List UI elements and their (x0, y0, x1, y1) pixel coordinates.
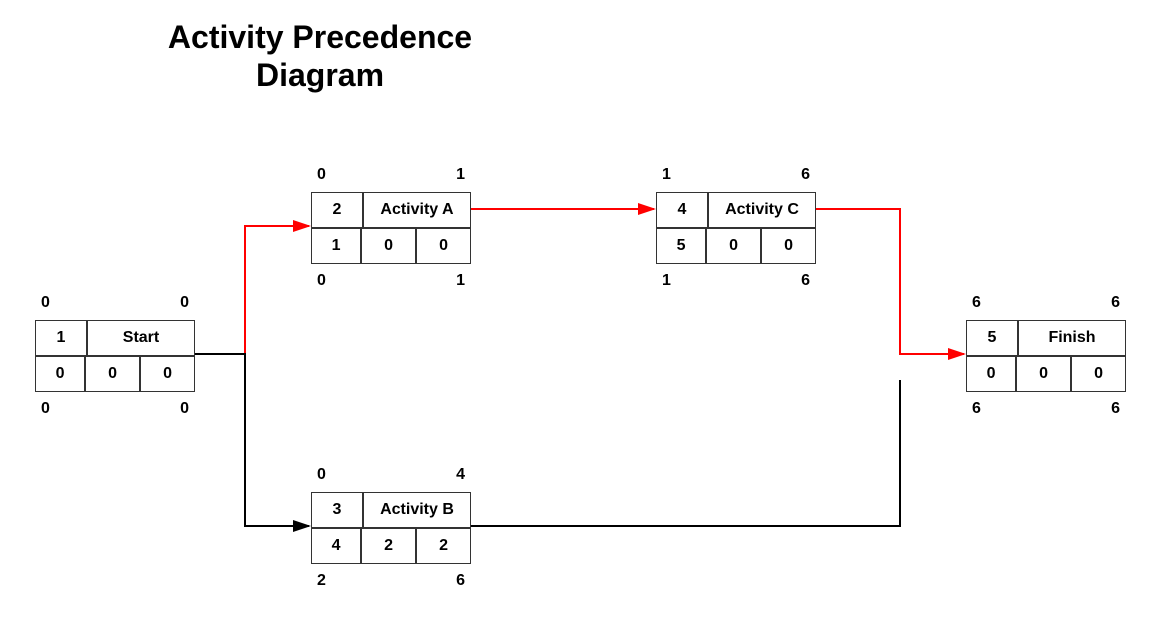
a-ff: 0 (361, 228, 416, 264)
diagram-canvas: Activity Precedence Diagram 0 0 1 Start (0, 0, 1161, 640)
c-dur: 5 (656, 228, 706, 264)
start-ef: 0 (180, 294, 189, 312)
b-dur: 4 (311, 528, 361, 564)
b-id: 3 (311, 492, 363, 528)
finish-ls: 6 (972, 400, 981, 418)
finish-ef: 6 (1111, 294, 1120, 312)
node-start: 0 0 1 Start 0 0 0 0 0 (35, 320, 195, 392)
node-finish: 6 6 5 Finish 0 0 0 6 6 (966, 320, 1126, 392)
finish-es: 6 (972, 294, 981, 312)
a-ef: 1 (456, 166, 465, 184)
b-name: Activity B (363, 492, 471, 528)
start-name: Start (87, 320, 195, 356)
b-ls: 2 (317, 572, 326, 590)
start-id: 1 (35, 320, 87, 356)
b-lf: 6 (456, 572, 465, 590)
a-tf: 0 (416, 228, 471, 264)
edge-start-a (195, 226, 309, 354)
start-es: 0 (41, 294, 50, 312)
finish-name: Finish (1018, 320, 1126, 356)
c-es: 1 (662, 166, 671, 184)
node-activity-a: 0 1 2 Activity A 1 0 0 0 1 (311, 192, 471, 264)
c-name: Activity C (708, 192, 816, 228)
c-tf: 0 (761, 228, 816, 264)
start-lf: 0 (180, 400, 189, 418)
a-id: 2 (311, 192, 363, 228)
a-ls: 0 (317, 272, 326, 290)
start-tf: 0 (140, 356, 195, 392)
c-ef: 6 (801, 166, 810, 184)
finish-id: 5 (966, 320, 1018, 356)
c-ls: 1 (662, 272, 671, 290)
a-lf: 1 (456, 272, 465, 290)
finish-lf: 6 (1111, 400, 1120, 418)
finish-dur: 0 (966, 356, 1016, 392)
start-dur: 0 (35, 356, 85, 392)
finish-ff: 0 (1016, 356, 1071, 392)
node-activity-c: 1 6 4 Activity C 5 0 0 1 6 (656, 192, 816, 264)
c-lf: 6 (801, 272, 810, 290)
edge-c-finish (816, 209, 964, 354)
b-ef: 4 (456, 466, 465, 484)
edge-b-finish (471, 380, 900, 526)
start-ls: 0 (41, 400, 50, 418)
start-ff: 0 (85, 356, 140, 392)
finish-tf: 0 (1071, 356, 1126, 392)
a-name: Activity A (363, 192, 471, 228)
diagram-title: Activity Precedence Diagram (120, 18, 520, 95)
b-tf: 2 (416, 528, 471, 564)
c-ff: 0 (706, 228, 761, 264)
b-es: 0 (317, 466, 326, 484)
a-es: 0 (317, 166, 326, 184)
node-activity-b: 0 4 3 Activity B 4 2 2 2 6 (311, 492, 471, 564)
a-dur: 1 (311, 228, 361, 264)
edge-start-b (195, 354, 309, 526)
c-id: 4 (656, 192, 708, 228)
b-ff: 2 (361, 528, 416, 564)
